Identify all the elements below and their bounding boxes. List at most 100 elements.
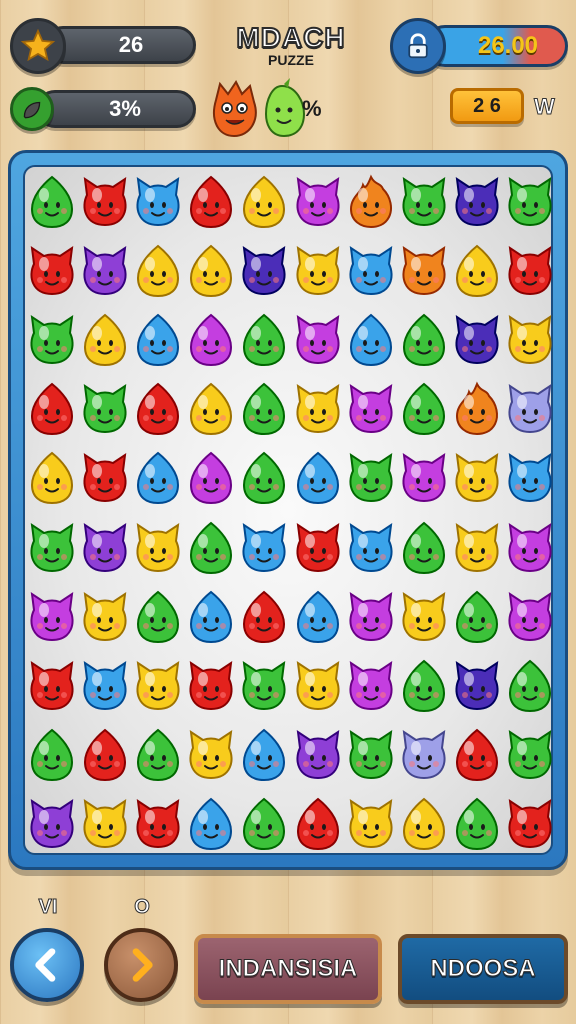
next-button[interactable] [104, 928, 178, 1002]
green-drop-candy[interactable] [238, 795, 290, 853]
green-cat-candy[interactable] [238, 657, 290, 715]
magenta-cat-candy[interactable] [504, 588, 556, 646]
yellow-drop-candy[interactable] [132, 242, 184, 300]
green-drop-candy[interactable] [132, 726, 184, 784]
indigo-cat-candy[interactable] [451, 311, 503, 369]
blue-cat-candy[interactable] [132, 173, 184, 231]
magenta-cat-candy[interactable] [504, 519, 556, 577]
yellow-cat-candy[interactable] [132, 519, 184, 577]
candy-grid[interactable] [25, 167, 552, 853]
green-cat-candy[interactable] [26, 519, 78, 577]
green-drop-candy[interactable] [26, 726, 78, 784]
magenta-cat-candy[interactable] [26, 588, 78, 646]
green-drop-candy[interactable] [132, 588, 184, 646]
yellow-cat-candy[interactable] [292, 657, 344, 715]
ndoosa-button[interactable]: NDOOSA [398, 934, 568, 1004]
yellow-drop-candy[interactable] [398, 795, 450, 853]
blue-cat-candy[interactable] [345, 242, 397, 300]
green-drop-candy[interactable] [238, 449, 290, 507]
magenta-cat-candy[interactable] [345, 657, 397, 715]
green-cat-candy[interactable] [79, 380, 131, 438]
red-drop-candy[interactable] [26, 380, 78, 438]
red-cat-candy[interactable] [132, 795, 184, 853]
magenta-drop-candy[interactable] [185, 311, 237, 369]
yellow-cat-candy[interactable] [79, 795, 131, 853]
green-drop-candy[interactable] [451, 795, 503, 853]
yellow-cat-candy[interactable] [292, 242, 344, 300]
yellow-cat-candy[interactable] [292, 380, 344, 438]
yellow-drop-candy[interactable] [79, 311, 131, 369]
red-drop-candy[interactable] [292, 795, 344, 853]
green-drop-candy[interactable] [238, 311, 290, 369]
red-cat-candy[interactable] [79, 449, 131, 507]
red-cat-candy[interactable] [185, 657, 237, 715]
magenta-drop-candy[interactable] [185, 449, 237, 507]
yellow-cat-candy[interactable] [451, 449, 503, 507]
green-drop-candy[interactable] [398, 657, 450, 715]
red-drop-candy[interactable] [238, 588, 290, 646]
green-drop-candy[interactable] [451, 588, 503, 646]
yellow-drop-candy[interactable] [26, 449, 78, 507]
blue-drop-candy[interactable] [292, 588, 344, 646]
yellow-drop-candy[interactable] [238, 173, 290, 231]
lavender-cat-candy[interactable] [504, 380, 556, 438]
blue-drop-candy[interactable] [132, 449, 184, 507]
green-drop-candy[interactable] [398, 311, 450, 369]
yellow-cat-candy[interactable] [451, 519, 503, 577]
green-cat-candy[interactable] [345, 726, 397, 784]
magenta-cat-candy[interactable] [345, 380, 397, 438]
indansisia-button[interactable]: INDANSISIA [194, 934, 382, 1004]
yellow-cat-candy[interactable] [185, 726, 237, 784]
green-drop-candy[interactable] [398, 519, 450, 577]
magenta-cat-candy[interactable] [345, 588, 397, 646]
red-cat-candy[interactable] [26, 657, 78, 715]
magenta-cat-candy[interactable] [398, 449, 450, 507]
yellow-cat-candy[interactable] [345, 795, 397, 853]
red-cat-candy[interactable] [79, 173, 131, 231]
blue-cat-candy[interactable] [79, 657, 131, 715]
yellow-drop-candy[interactable] [451, 242, 503, 300]
green-cat-candy[interactable] [504, 726, 556, 784]
green-drop-candy[interactable] [398, 380, 450, 438]
green-cat-candy[interactable] [398, 173, 450, 231]
purple-cat-candy[interactable] [79, 519, 131, 577]
blue-drop-candy[interactable] [185, 795, 237, 853]
indigo-cat-candy[interactable] [238, 242, 290, 300]
orange-flame-candy[interactable] [451, 380, 503, 438]
purple-cat-candy[interactable] [79, 242, 131, 300]
yellow-cat-candy[interactable] [504, 311, 556, 369]
orange-flame-candy[interactable] [345, 173, 397, 231]
magenta-cat-candy[interactable] [292, 173, 344, 231]
green-drop-candy[interactable] [504, 657, 556, 715]
indigo-cat-candy[interactable] [451, 657, 503, 715]
red-cat-candy[interactable] [504, 795, 556, 853]
yellow-cat-candy[interactable] [398, 588, 450, 646]
purple-cat-candy[interactable] [292, 726, 344, 784]
green-cat-candy[interactable] [345, 449, 397, 507]
blue-drop-candy[interactable] [185, 588, 237, 646]
red-cat-candy[interactable] [26, 242, 78, 300]
red-cat-candy[interactable] [292, 519, 344, 577]
blue-cat-candy[interactable] [238, 519, 290, 577]
blue-drop-candy[interactable] [238, 726, 290, 784]
green-cat-candy[interactable] [26, 311, 78, 369]
blue-drop-candy[interactable] [292, 449, 344, 507]
yellow-drop-candy[interactable] [185, 242, 237, 300]
red-drop-candy[interactable] [79, 726, 131, 784]
green-drop-candy[interactable] [185, 519, 237, 577]
blue-cat-candy[interactable] [504, 449, 556, 507]
green-cat-candy[interactable] [504, 173, 556, 231]
green-drop-candy[interactable] [238, 380, 290, 438]
indigo-cat-candy[interactable] [451, 173, 503, 231]
blue-drop-candy[interactable] [132, 311, 184, 369]
lavender-cat-candy[interactable] [398, 726, 450, 784]
red-drop-candy[interactable] [451, 726, 503, 784]
back-button[interactable] [10, 928, 84, 1002]
yellow-cat-candy[interactable] [132, 657, 184, 715]
yellow-drop-candy[interactable] [185, 380, 237, 438]
lock-icon[interactable] [390, 18, 446, 74]
red-drop-candy[interactable] [185, 173, 237, 231]
blue-drop-candy[interactable] [345, 311, 397, 369]
purple-cat-candy[interactable] [26, 795, 78, 853]
blue-cat-candy[interactable] [345, 519, 397, 577]
